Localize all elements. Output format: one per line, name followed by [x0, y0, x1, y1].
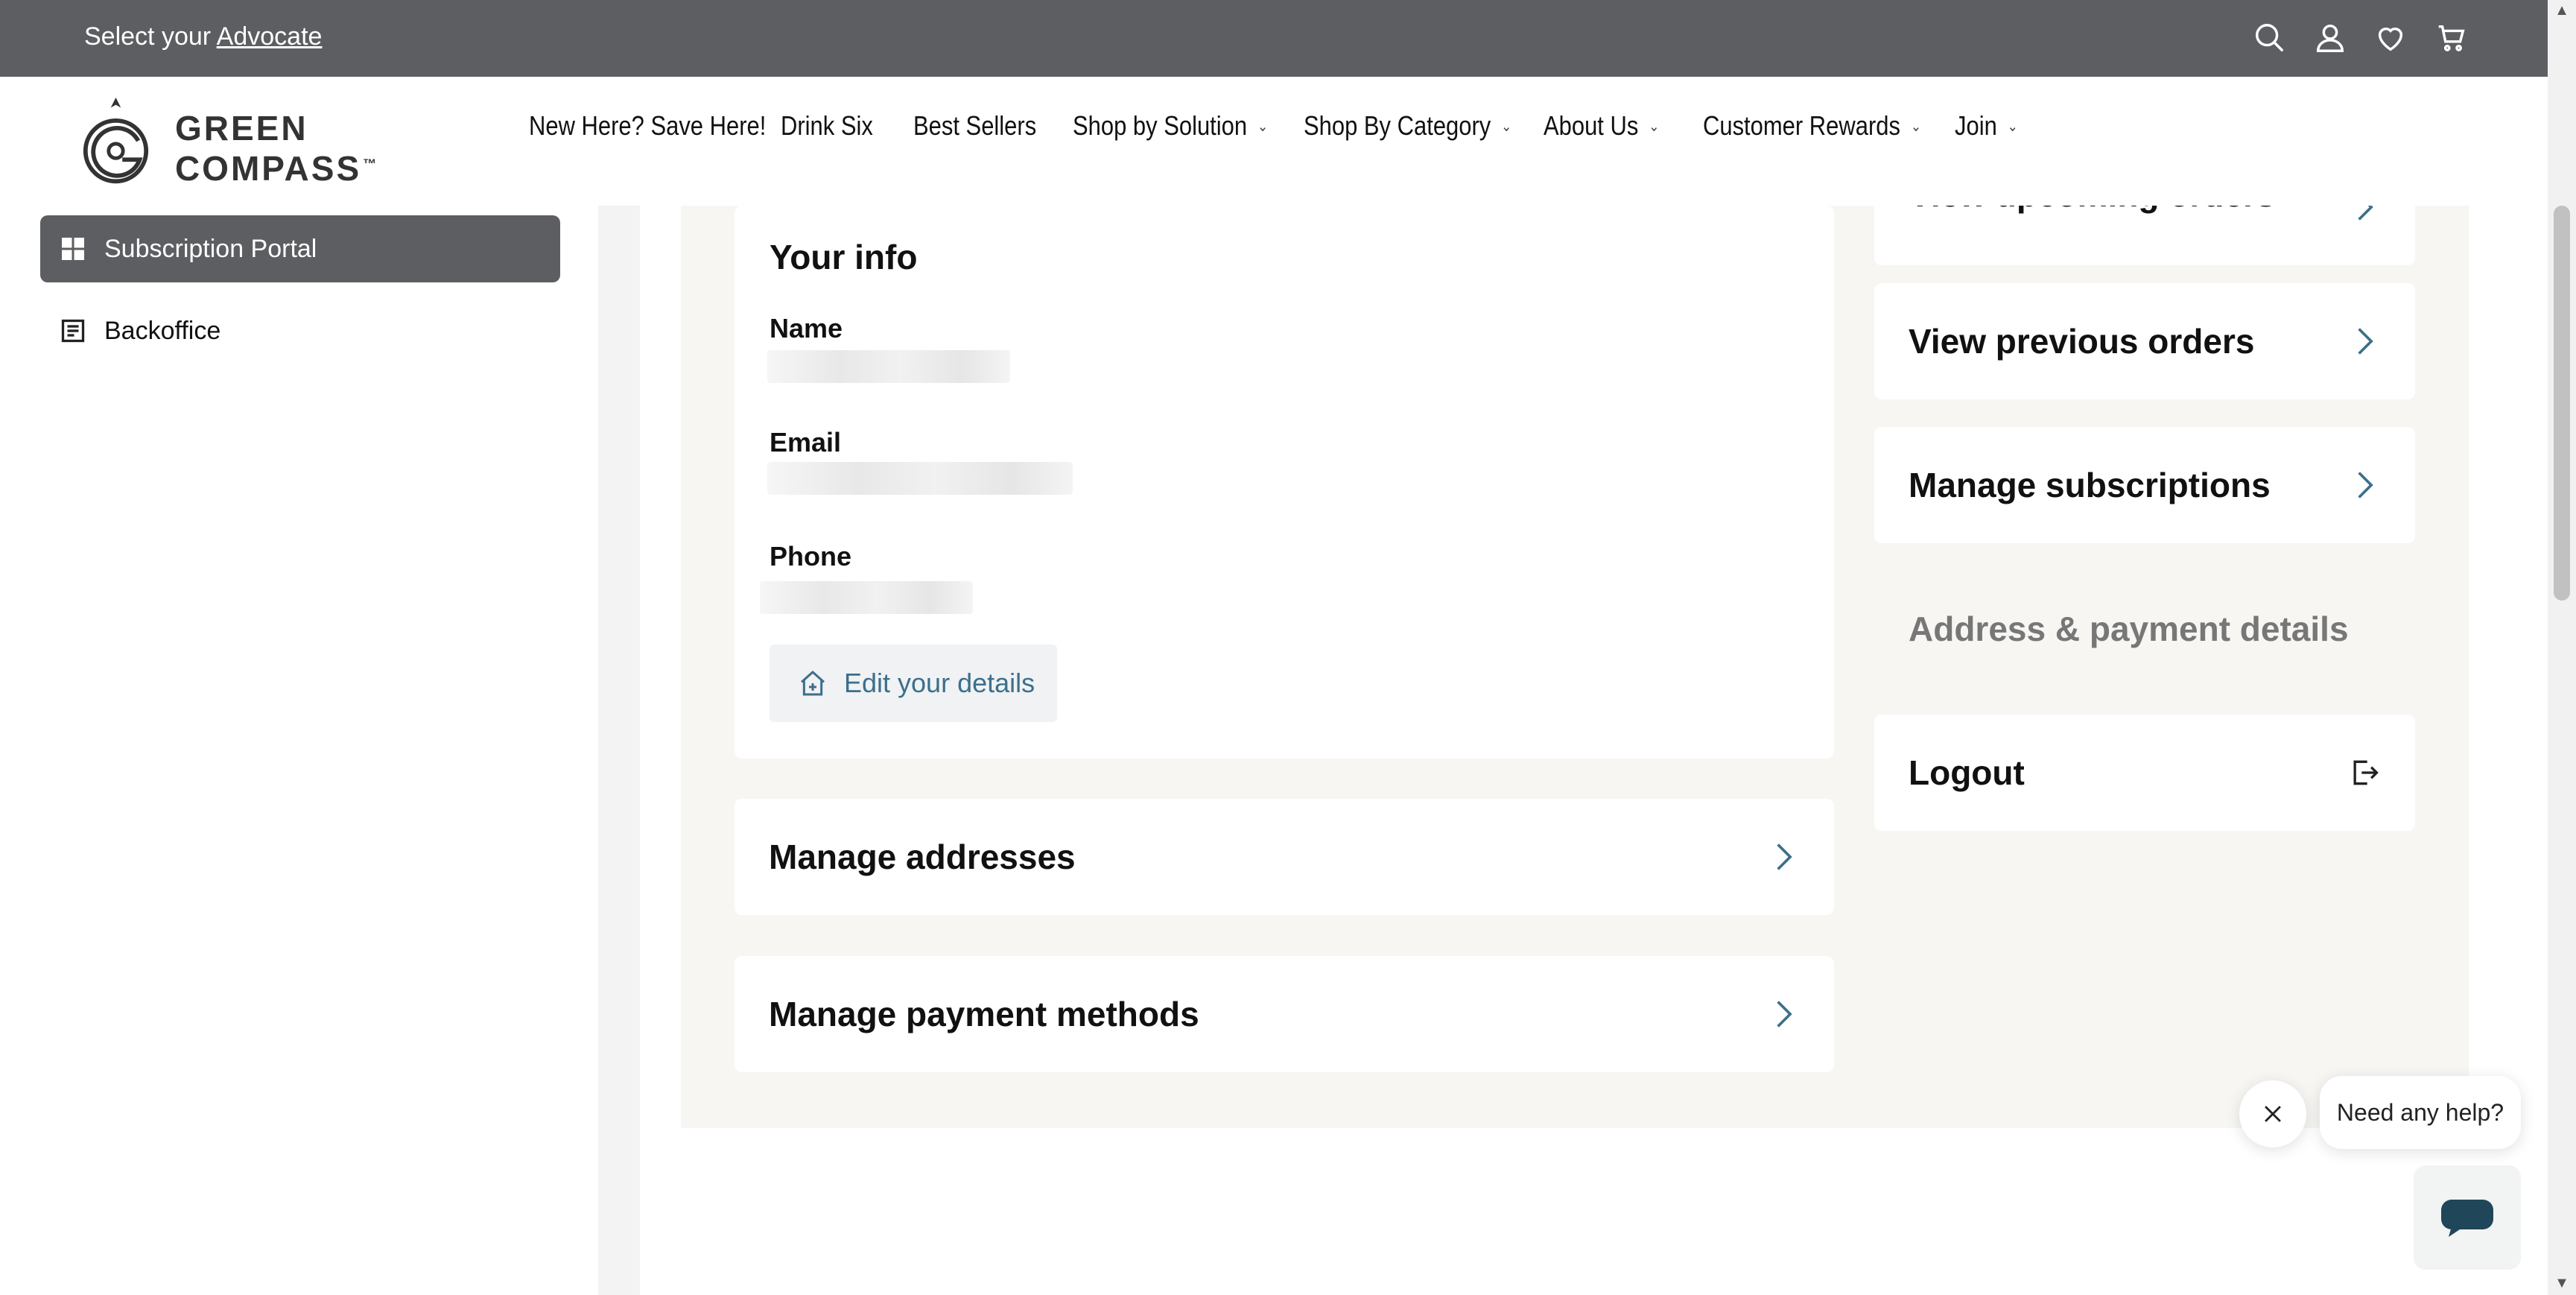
- advocate-link[interactable]: Advocate: [217, 22, 323, 51]
- logout-label: Logout: [1909, 753, 2025, 792]
- logout-button[interactable]: Logout: [1874, 715, 2415, 831]
- your-info-title: Your info: [770, 238, 918, 276]
- nav-about-us[interactable]: About Us ⌄: [1544, 110, 1660, 142]
- nav-join[interactable]: Join ⌄: [1955, 110, 2018, 142]
- chevron-down-icon: ⌄: [1501, 118, 1512, 135]
- nav-customer-rewards[interactable]: Customer Rewards ⌄: [1703, 110, 1921, 142]
- view-previous-orders-link[interactable]: View previous orders: [1874, 283, 2415, 399]
- chevron-down-icon: ⌄: [1649, 118, 1660, 135]
- chat-prompt-text: Need any help?: [2336, 1098, 2504, 1126]
- compass-logo-icon: [83, 97, 149, 184]
- chevron-right-icon: [1767, 998, 1800, 1030]
- name-value-redacted: [767, 350, 1010, 383]
- sidebar-item-subscription-portal[interactable]: Subscription Portal: [40, 215, 560, 282]
- nav-label: Join: [1955, 110, 1997, 141]
- select-advocate: Select your Advocate: [84, 22, 322, 51]
- manage-addresses-label: Manage addresses: [769, 838, 1076, 876]
- phone-label: Phone: [770, 541, 852, 571]
- main-navigation: GREEN COMPASS ™ New Here? Save Here! Drin…: [0, 77, 2548, 206]
- nav-label: Best Sellers: [913, 110, 1037, 141]
- sidebar-item-label: Subscription Portal: [104, 234, 317, 263]
- logout-icon: [2348, 756, 2381, 789]
- page: Select your Advocate GREEN COMPASS ™ New…: [0, 0, 2576, 1295]
- home-edit-icon: [801, 670, 825, 696]
- scroll-down-icon[interactable]: ▼: [2554, 1276, 2569, 1291]
- page-scrollbar[interactable]: ▲ ▼: [2548, 0, 2576, 1295]
- user-icon[interactable]: [2310, 18, 2350, 58]
- nav-label: Customer Rewards: [1703, 110, 1900, 141]
- view-previous-orders-label: View previous orders: [1909, 322, 2255, 361]
- brand-logo[interactable]: GREEN COMPASS ™: [80, 86, 513, 197]
- scrollbar-thumb[interactable]: [2554, 206, 2570, 601]
- sidebar-item-label: Backoffice: [104, 316, 221, 345]
- chevron-down-icon: ⌄: [2007, 118, 2018, 135]
- sidebar-item-backoffice[interactable]: Backoffice: [40, 297, 560, 364]
- manage-payment-methods-label: Manage payment methods: [769, 995, 1199, 1033]
- nav-shop-by-category[interactable]: Shop By Category ⌄: [1304, 110, 1511, 142]
- manage-subscriptions-link[interactable]: Manage subscriptions: [1874, 427, 2415, 543]
- address-payment-details-label: Address & payment details: [1909, 609, 2349, 648]
- manage-payment-methods-link[interactable]: Manage payment methods: [735, 956, 1834, 1072]
- brand-wordmark: GREEN COMPASS ™: [174, 109, 379, 188]
- chevron-right-icon: [1767, 840, 1800, 873]
- scroll-up-icon[interactable]: ▲: [2554, 3, 2569, 18]
- chat-icon: [2441, 1200, 2493, 1237]
- chat-close-button[interactable]: [2239, 1080, 2306, 1147]
- top-utility-bar: Select your Advocate: [0, 0, 2548, 77]
- nav-label: New Here? Save Here!: [529, 110, 767, 141]
- heart-icon[interactable]: [2370, 18, 2411, 58]
- chevron-right-icon: [2348, 325, 2381, 358]
- chat-prompt-bubble[interactable]: Need any help?: [2320, 1076, 2521, 1149]
- email-value-redacted: [767, 462, 1073, 495]
- email-label: Email: [770, 427, 842, 457]
- name-label: Name: [770, 313, 843, 343]
- sidebar-divider: [598, 206, 640, 1295]
- nav-drink-six[interactable]: Drink Six: [781, 110, 873, 142]
- edit-details-label: Edit your details: [844, 668, 1035, 698]
- cart-icon[interactable]: [2431, 18, 2472, 58]
- chevron-down-icon: ⌄: [1257, 118, 1269, 135]
- advocate-prefix: Select your: [84, 22, 212, 51]
- nav-label: Shop By Category: [1304, 110, 1491, 141]
- close-icon: [2265, 1106, 2281, 1122]
- nav-label: Shop by Solution: [1073, 110, 1248, 141]
- nav-best-sellers[interactable]: Best Sellers: [913, 110, 1036, 142]
- chat-launcher-button[interactable]: [2414, 1165, 2521, 1270]
- phone-value-redacted: [760, 581, 973, 614]
- nav-shop-by-solution[interactable]: Shop by Solution ⌄: [1073, 110, 1268, 142]
- search-icon[interactable]: [2250, 18, 2290, 58]
- address-payment-details-link[interactable]: Address & payment details: [1874, 571, 2415, 687]
- manage-subscriptions-label: Manage subscriptions: [1909, 466, 2271, 504]
- manage-addresses-link[interactable]: Manage addresses: [735, 799, 1834, 915]
- document-icon: [60, 317, 86, 344]
- nav-new-here[interactable]: New Here? Save Here!: [529, 110, 766, 142]
- edit-details-button[interactable]: Edit your details: [770, 645, 1057, 722]
- chevron-down-icon: ⌄: [1910, 118, 1922, 135]
- nav-label: Drink Six: [781, 110, 873, 141]
- chevron-right-icon: [2348, 469, 2381, 501]
- grid-icon: [60, 235, 86, 262]
- nav-label: About Us: [1544, 110, 1639, 141]
